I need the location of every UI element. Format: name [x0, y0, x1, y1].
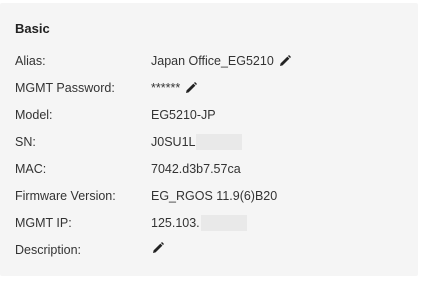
section-title: Basic	[15, 21, 50, 36]
edit-alias-pencil-icon[interactable]	[278, 54, 292, 68]
description-value-wrap	[151, 241, 165, 255]
mgmt-ip-value-wrap: 125.103.	[151, 214, 247, 232]
mgmt-ip-redaction-mask	[200, 215, 247, 231]
sn-value-wrap: J0SU1L	[151, 133, 243, 151]
sn-row: SN: J0SU1L	[15, 133, 415, 151]
model-row: Model: EG5210-JP	[15, 106, 415, 124]
sn-redaction-mask	[196, 134, 243, 150]
mac-row: MAC: 7042.d3b7.57ca	[15, 160, 415, 178]
edit-description-pencil-icon[interactable]	[151, 241, 165, 255]
mgmt-password-value: ******	[151, 81, 181, 95]
mgmt-ip-label: MGMT IP:	[15, 216, 72, 230]
mgmt-password-row: MGMT Password: ******	[15, 79, 415, 97]
firmware-value: EG_RGOS 11.9(6)B20	[151, 189, 278, 203]
description-row: Description:	[15, 241, 415, 259]
alias-value-wrap: Japan Office_EG5210	[151, 52, 292, 70]
mgmt-password-value-wrap: ******	[151, 79, 198, 97]
description-label: Description:	[15, 243, 81, 257]
mgmt-ip-value: 125.103.	[151, 216, 200, 230]
mac-label: MAC:	[15, 162, 47, 176]
basic-info-panel: Basic Alias: Japan Office_EG5210 MGMT Pa…	[0, 3, 418, 276]
edit-password-pencil-icon[interactable]	[184, 81, 198, 95]
sn-label: SN:	[15, 135, 36, 149]
mgmt-ip-row: MGMT IP: 125.103.	[15, 214, 415, 232]
model-value: EG5210-JP	[151, 108, 216, 122]
alias-label: Alias:	[15, 54, 46, 68]
mgmt-password-label: MGMT Password:	[15, 81, 115, 95]
sn-value: J0SU1L	[151, 135, 196, 149]
mac-value: 7042.d3b7.57ca	[151, 162, 241, 176]
firmware-row: Firmware Version: EG_RGOS 11.9(6)B20	[15, 187, 415, 205]
model-label: Model:	[15, 108, 53, 122]
alias-row: Alias: Japan Office_EG5210	[15, 52, 415, 70]
alias-value: Japan Office_EG5210	[151, 54, 274, 68]
firmware-label: Firmware Version:	[15, 189, 116, 203]
